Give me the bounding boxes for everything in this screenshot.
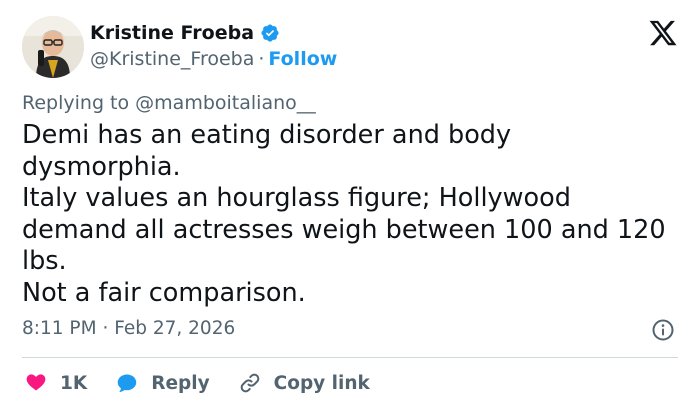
avatar[interactable] bbox=[22, 16, 84, 78]
tweet-line: Demi has an eating disorder and body bbox=[22, 120, 512, 150]
action-bar: 1K Reply Copy link bbox=[24, 368, 398, 398]
author-handle-row: @Kristine_Froeba · Follow bbox=[90, 48, 337, 70]
reply-button[interactable]: Reply bbox=[115, 371, 210, 395]
like-button[interactable]: 1K bbox=[24, 371, 87, 395]
link-icon bbox=[238, 371, 262, 395]
tweet-time: 8:11 PM bbox=[22, 318, 97, 339]
verified-badge-icon bbox=[260, 23, 280, 43]
tweet-timestamp[interactable]: 8:11 PM · Feb 27, 2026 bbox=[22, 318, 235, 339]
follow-button[interactable]: Follow bbox=[268, 48, 337, 70]
timestamp-separator: · bbox=[102, 318, 109, 339]
tweet-line: lbs. bbox=[22, 246, 67, 276]
divider bbox=[22, 357, 678, 358]
tweet-line: dysmorphia. bbox=[22, 151, 181, 182]
tweet-card: Kristine Froeba @Kristine_Froeba · Follow … bbox=[0, 0, 700, 410]
info-icon[interactable] bbox=[651, 318, 675, 342]
tweet-line: demand all actresses weigh between 100 a… bbox=[22, 214, 666, 245]
tweet-text: Demi has an eating disorder and body dys… bbox=[22, 120, 682, 309]
x-logo-icon[interactable] bbox=[648, 18, 678, 48]
author-display-name[interactable]: Kristine Froeba bbox=[90, 22, 254, 44]
author-handle[interactable]: @Kristine_Froeba bbox=[90, 48, 254, 70]
tweet-line: Not a fair comparison. bbox=[22, 277, 306, 308]
handle-separator: · bbox=[258, 48, 265, 70]
reply-bubble-icon bbox=[115, 371, 139, 395]
copy-link-label: Copy link bbox=[273, 372, 370, 394]
tweet-date: Feb 27, 2026 bbox=[114, 318, 236, 339]
like-count: 1K bbox=[60, 372, 88, 394]
replying-to-prefix: Replying to bbox=[22, 92, 130, 114]
reply-mention-link[interactable]: @mamboitaliano__ bbox=[135, 92, 316, 114]
heart-icon bbox=[24, 371, 48, 395]
reply-label: Reply bbox=[151, 372, 210, 394]
copy-link-button[interactable]: Copy link bbox=[238, 371, 370, 395]
replying-to-line: Replying to @mamboitaliano__ bbox=[22, 92, 316, 114]
tweet-line: Italy values an hourglass figure; Hollyw… bbox=[22, 183, 571, 213]
author-name-row: Kristine Froeba bbox=[90, 22, 280, 44]
